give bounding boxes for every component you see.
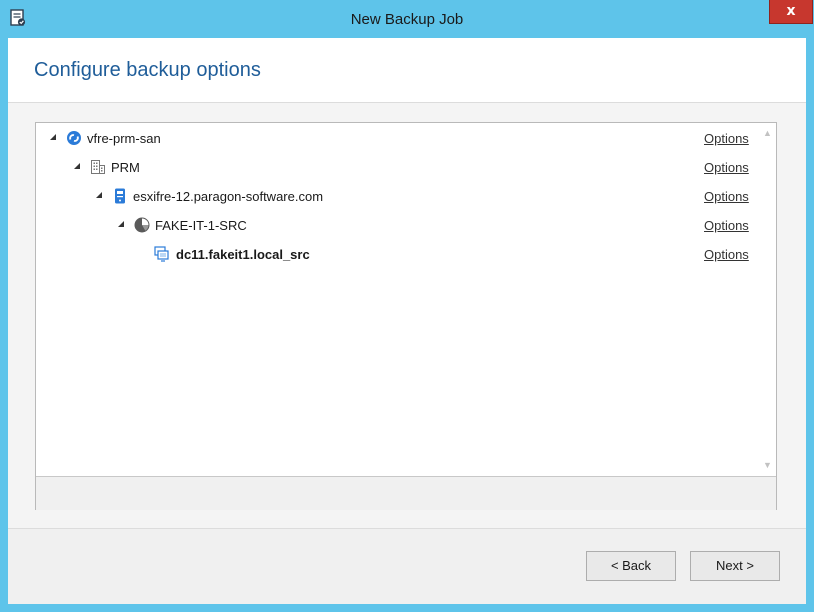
- tree-node-label[interactable]: dc11.fakeit1.local_src: [176, 247, 310, 262]
- options-link[interactable]: Options: [704, 247, 749, 262]
- window-title: New Backup Job: [350, 11, 464, 28]
- title-bar[interactable]: New Backup Job x: [0, 0, 814, 38]
- tree-status-bar: [36, 476, 776, 510]
- backup-options-tree: vfre-prm-san Options PRM Options esxifre…: [35, 122, 777, 510]
- collapse-arrow-icon[interactable]: [74, 163, 80, 169]
- tree-row-virtual-machine[interactable]: dc11.fakeit1.local_src Options: [36, 240, 759, 269]
- datacenter-icon: [91, 160, 105, 174]
- page-title: Configure backup options: [34, 59, 261, 81]
- next-button[interactable]: Next >: [690, 551, 780, 581]
- wizard-footer: < Back Next >: [8, 529, 806, 604]
- vm-icon: [154, 246, 169, 262]
- tree-node-label[interactable]: esxifre-12.paragon-software.com: [133, 189, 323, 204]
- tree-row-host[interactable]: esxifre-12.paragon-software.com Options: [36, 182, 759, 211]
- wizard-body: vfre-prm-san Options PRM Options esxifre…: [8, 103, 806, 528]
- back-button[interactable]: < Back: [586, 551, 676, 581]
- tree-node-label[interactable]: PRM: [111, 160, 140, 175]
- dialog-client-area: Configure backup options vfre-prm-san Op…: [8, 38, 806, 604]
- options-link[interactable]: Options: [704, 160, 749, 175]
- wizard-header: Configure backup options: [8, 38, 806, 100]
- scroll-up-icon[interactable]: ▲: [759, 125, 776, 142]
- tree-content: vfre-prm-san Options PRM Options esxifre…: [36, 123, 759, 476]
- dialog-window: New Backup Job x Configure backup option…: [0, 0, 814, 612]
- vcenter-icon: [67, 131, 81, 145]
- tree-node-label[interactable]: FAKE-IT-1-SRC: [155, 218, 247, 233]
- collapse-arrow-icon[interactable]: [50, 134, 56, 140]
- tree-row-vcenter[interactable]: vfre-prm-san Options: [36, 124, 759, 153]
- collapse-arrow-icon[interactable]: [118, 221, 124, 227]
- close-button[interactable]: x: [769, 0, 813, 24]
- vertical-scrollbar[interactable]: ▲ ▼: [759, 123, 776, 476]
- host-icon: [115, 188, 125, 204]
- options-link[interactable]: Options: [704, 131, 749, 146]
- tree-node-label[interactable]: vfre-prm-san: [87, 131, 161, 146]
- tree-row-resource-pool[interactable]: FAKE-IT-1-SRC Options: [36, 211, 759, 240]
- resource-pool-icon: [134, 217, 150, 233]
- tree-row-datacenter[interactable]: PRM Options: [36, 153, 759, 182]
- options-link[interactable]: Options: [704, 189, 749, 204]
- scroll-down-icon[interactable]: ▼: [759, 457, 776, 474]
- collapse-arrow-icon[interactable]: [96, 192, 102, 198]
- options-link[interactable]: Options: [704, 218, 749, 233]
